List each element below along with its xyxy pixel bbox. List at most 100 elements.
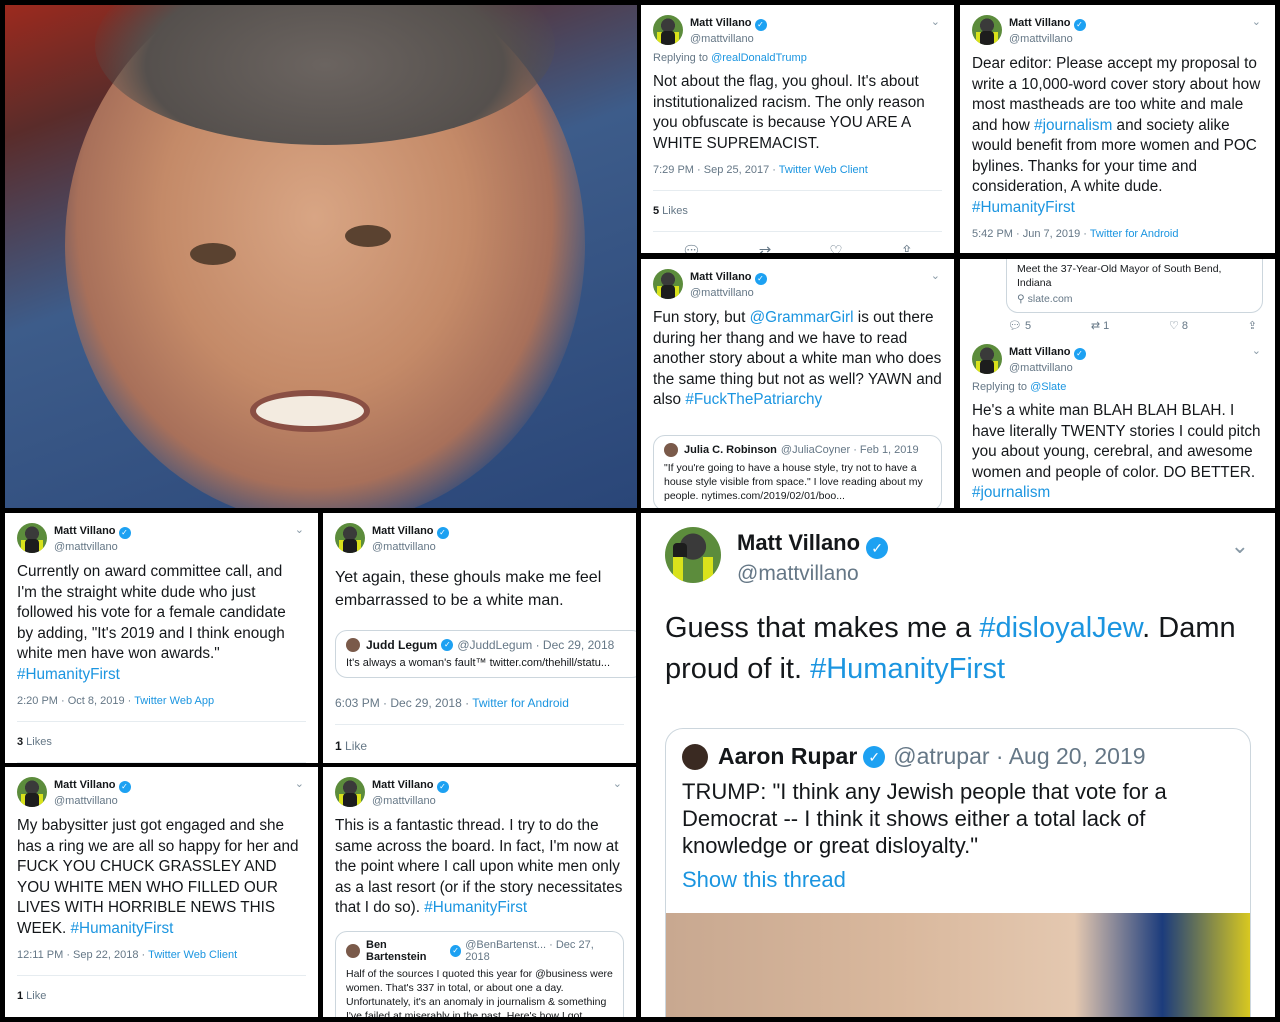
author-handle[interactable]: @mattvillano	[1009, 33, 1073, 45]
tweet-header: Matt Villano ✓ @mattvillano ⌄	[653, 15, 942, 46]
likes-count[interactable]: 1 Like	[335, 724, 624, 753]
client-link[interactable]: Twitter Web App	[134, 695, 214, 707]
chevron-down-icon[interactable]: ⌄	[295, 777, 304, 790]
reply-mention[interactable]: @Slate	[1030, 381, 1066, 393]
author-handle[interactable]: @mattvillano	[54, 541, 118, 553]
client-link[interactable]: Twitter for Android	[472, 696, 569, 710]
verified-badge-icon: ✓	[118, 527, 131, 539]
author-name[interactable]: Matt Villano	[54, 778, 116, 792]
chevron-down-icon[interactable]: ⌄	[295, 523, 304, 536]
avatar[interactable]	[17, 777, 47, 807]
author-handle[interactable]: @mattvillano	[372, 795, 436, 807]
avatar[interactable]	[653, 15, 683, 45]
tweet-header: Matt Villano ✓ @mattvillano ⌄	[665, 527, 1251, 590]
author-name[interactable]: Matt Villano	[737, 530, 860, 555]
heart-icon[interactable]: ♡	[829, 242, 842, 253]
hashtag-link[interactable]: #FuckThePatriarchy	[685, 391, 822, 408]
avatar[interactable]	[335, 523, 365, 553]
avatar[interactable]	[335, 777, 365, 807]
tweet-text: This is a fantastic thread. I try to do …	[335, 817, 623, 916]
chevron-down-icon[interactable]: ⌄	[1231, 533, 1249, 559]
author-handle[interactable]: @mattvillano	[690, 287, 754, 299]
tweet-text: Fun story, but @GrammarGirl is out there…	[653, 309, 942, 408]
quote-text: TRUMP: "I think any Jewish people that v…	[682, 779, 1167, 858]
quote-meta: @JuliaCoyner · Feb 1, 2019	[780, 443, 919, 456]
show-thread-link[interactable]: Show this thread	[682, 867, 1234, 893]
likes-count[interactable]: 1 Like	[17, 975, 306, 1002]
author-name[interactable]: Matt Villano	[372, 778, 434, 792]
reply-mention[interactable]: @realDonaldTrump	[711, 52, 807, 64]
chevron-down-icon[interactable]: ⌄	[1252, 15, 1261, 28]
retweet-icon[interactable]: ⇄ 1	[1091, 319, 1109, 332]
verified-badge-icon: ✓	[754, 19, 767, 31]
verified-badge-icon: ✓	[436, 527, 449, 539]
quote-avatar	[346, 943, 360, 958]
client-link[interactable]: Twitter Web Client	[148, 949, 237, 961]
verified-badge-icon: ✓	[1073, 19, 1086, 31]
tweet-header: Matt Villano ✓ @mattvillano ⌄	[17, 777, 306, 808]
quoted-tweet[interactable]: Ben Bartenstein ✓ @BenBartenst... · Dec 27…	[335, 930, 624, 1017]
author-handle[interactable]: @mattvillano	[1009, 362, 1073, 374]
share-icon[interactable]: ⇪	[1248, 319, 1257, 332]
likes-count[interactable]: 3 Likes	[17, 721, 306, 748]
author-name[interactable]: Matt Villano	[690, 16, 752, 30]
reply-icon[interactable]: 💬︎ 5	[1008, 319, 1031, 332]
quote-meta: @JuddLegum · Dec 29, 2018	[457, 638, 615, 652]
author-handle[interactable]: @mattvillano	[690, 33, 754, 45]
chevron-down-icon[interactable]: ⌄	[1252, 344, 1261, 357]
hashtag-link[interactable]: #HumanityFirst	[17, 666, 120, 683]
link-card[interactable]: Meet the 37-Year-Old Mayor of South Bend…	[1006, 259, 1263, 313]
quote-author: Judd Legum	[366, 638, 438, 652]
author-name[interactable]: Matt Villano	[690, 270, 752, 284]
tweet-header: Matt Villano ✓ @mattvillano ⌄	[653, 269, 942, 300]
quoted-tweet[interactable]: Judd Legum ✓ @JuddLegum · Dec 29, 2018 It'…	[335, 630, 636, 678]
heart-icon[interactable]: ♡ 8	[1169, 319, 1188, 332]
tweet-actions: 💬︎ ⇄ ♡ ⇪	[653, 231, 942, 253]
hashtag-link[interactable]: #journalism	[1034, 117, 1112, 134]
tweet-panel-award: Matt Villano ✓ @mattvillano ⌄ Currently o…	[5, 513, 318, 763]
author-name[interactable]: Matt Villano	[1009, 345, 1071, 359]
quote-avatar	[346, 638, 360, 652]
tweet-panel-ghouls: Matt Villano ✓ @mattvillano Yet again, th…	[323, 513, 636, 763]
hashtag-link[interactable]: #HumanityFirst	[810, 653, 1005, 685]
author-name[interactable]: Matt Villano	[54, 524, 116, 538]
hashtag-link[interactable]: #journalism	[972, 484, 1050, 501]
share-icon[interactable]: ⇪	[900, 242, 913, 253]
avatar[interactable]	[653, 269, 683, 299]
tweet-text: Guess that makes me a #disloyalJew. Damn…	[665, 612, 1236, 685]
avatar[interactable]	[17, 523, 47, 553]
tweet-timestamp: 7:29 PM · Sep 25, 2017 · Twitter Web Cli…	[653, 164, 868, 176]
quote-meta: @atrupar · Aug 20, 2019	[893, 743, 1146, 769]
tweet-panel-editor: Matt Villano ✓ @mattvillano ⌄ Dear editor…	[960, 5, 1275, 253]
chevron-down-icon[interactable]: ⌄	[931, 15, 940, 28]
mention-link[interactable]: @GrammarGirl	[750, 309, 854, 326]
chevron-down-icon[interactable]: ⌄	[613, 777, 622, 790]
author-handle[interactable]: @mattvillano	[372, 541, 436, 553]
chevron-down-icon[interactable]: ⌄	[931, 269, 940, 282]
hashtag-link[interactable]: #HumanityFirst	[71, 920, 174, 937]
hashtag-link[interactable]: #HumanityFirst	[972, 199, 1075, 216]
tweet-text: Yet again, these ghouls make me feel emb…	[335, 569, 602, 609]
quoted-tweet[interactable]: Aaron Rupar ✓ @atrupar · Aug 20, 2019 TR…	[665, 728, 1251, 1017]
client-link[interactable]: Twitter Web Client	[779, 164, 868, 176]
likes-count[interactable]: 5 Likes	[653, 190, 942, 217]
quoted-tweet[interactable]: Julia C. Robinson @JuliaCoyner · Feb 1, 2…	[653, 434, 942, 508]
tweet-header: Matt Villano ✓ @mattvillano	[335, 523, 624, 554]
author-name[interactable]: Matt Villano	[372, 524, 434, 538]
quote-media-image[interactable]	[666, 913, 1250, 1017]
author-handle[interactable]: @mattvillano	[737, 562, 859, 585]
avatar[interactable]	[665, 527, 721, 583]
author-handle[interactable]: @mattvillano	[54, 795, 118, 807]
tweet-panel-slate: Meet the 37-Year-Old Mayor of South Bend…	[960, 259, 1275, 508]
author-name[interactable]: Matt Villano	[1009, 16, 1071, 30]
retweet-icon[interactable]: ⇄	[759, 242, 772, 253]
replying-to: Replying to @realDonaldTrump	[653, 52, 807, 64]
avatar[interactable]	[972, 344, 1002, 374]
profile-photo-panel	[5, 5, 637, 508]
hashtag-link[interactable]: #disloyalJew	[979, 612, 1142, 644]
reply-icon[interactable]: 💬︎	[682, 242, 701, 253]
tweet-panel-disloyal: Matt Villano ✓ @mattvillano ⌄ Guess that …	[641, 513, 1275, 1017]
avatar[interactable]	[972, 15, 1002, 45]
hashtag-link[interactable]: #HumanityFirst	[424, 899, 527, 916]
client-link[interactable]: Twitter for Android	[1090, 228, 1179, 240]
